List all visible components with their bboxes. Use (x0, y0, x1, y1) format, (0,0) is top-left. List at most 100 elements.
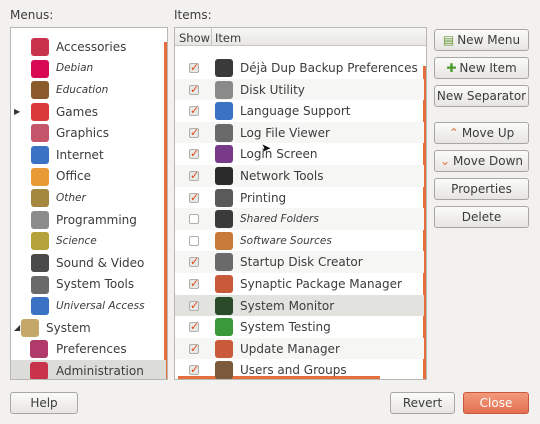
item-row[interactable]: Déjà Dup Backup Preferences (175, 57, 424, 79)
move-up-button[interactable]: ⌃ Move Up (434, 122, 529, 144)
item-row[interactable]: Language Support (175, 100, 424, 122)
item-row[interactable]: Login Screen (175, 143, 424, 165)
expander-arrow-icon[interactable]: ▶ (14, 107, 20, 116)
preferences-icon (30, 340, 48, 359)
show-checkbox[interactable] (189, 169, 199, 182)
item-label: Users and Groups (240, 363, 347, 378)
show-checkbox[interactable] (189, 363, 199, 376)
item-row[interactable]: Synaptic Package Manager (175, 273, 424, 295)
administration-icon (30, 362, 48, 379)
close-button[interactable]: Close (463, 392, 529, 414)
show-checkbox[interactable] (189, 104, 199, 117)
item-row[interactable]: System Monitor (175, 294, 424, 317)
menu-item[interactable]: Debian (11, 58, 166, 80)
show-checkbox[interactable] (189, 255, 199, 268)
menu-item[interactable]: Programming (11, 209, 166, 231)
help-button[interactable]: Help (10, 392, 78, 414)
item-row[interactable]: Log File Viewer (175, 121, 424, 144)
properties-button[interactable]: Properties (434, 178, 529, 200)
menu-item[interactable]: Preferences (11, 338, 166, 360)
move-down-button[interactable]: ⌄ Move Down (434, 150, 529, 172)
item-row[interactable]: Disk Utility (175, 78, 424, 101)
items-header: Show Item (175, 28, 426, 46)
menu-item[interactable]: Internet (11, 144, 166, 166)
items-list[interactable]: Show Item ➤ Déjà Dup Backup PreferencesD… (174, 27, 427, 380)
menu-item[interactable]: Education (11, 79, 166, 101)
new-menu-label: New Menu (457, 33, 521, 47)
show-checkbox[interactable] (189, 61, 199, 74)
new-separator-label: New Separator (436, 89, 527, 103)
menu-item-label: Programming (56, 212, 137, 227)
revert-button[interactable]: Revert (390, 392, 455, 414)
item-label: Printing (240, 190, 287, 205)
item-row[interactable]: Update Manager (175, 337, 424, 360)
move-down-label: Move Down (453, 154, 524, 168)
science-icon (31, 232, 49, 251)
show-checkbox[interactable] (189, 235, 199, 246)
menu-item[interactable]: ◢ System (11, 317, 166, 339)
menu-item[interactable]: Science (11, 230, 166, 252)
menu-item-label: Education (56, 83, 109, 96)
menu-item-label: Universal Access (56, 299, 145, 312)
item-row[interactable]: Network Tools (175, 165, 424, 187)
log-viewer-icon (215, 123, 233, 142)
menu-item[interactable]: Office (11, 166, 166, 188)
menu-item-label: Internet (56, 147, 104, 162)
expanded-arrow-icon[interactable]: ◢ (14, 323, 20, 332)
menu-item-label: Preferences (56, 342, 127, 357)
show-checkbox[interactable] (189, 191, 199, 204)
new-separator-button[interactable]: New Separator (434, 85, 529, 107)
update-manager-icon (215, 339, 233, 358)
menu-item[interactable]: Sound & Video (11, 252, 166, 274)
menu-item[interactable]: ▶ Games (11, 101, 166, 123)
new-item-label: New Item (459, 61, 517, 75)
show-checkbox[interactable] (189, 277, 199, 290)
item-label: Update Manager (240, 341, 340, 356)
menu-item-label: Office (56, 169, 92, 184)
menu-item-label: Games (56, 104, 98, 119)
show-column-header[interactable]: Show (179, 31, 210, 45)
menu-item-label: Sound & Video (56, 255, 145, 270)
show-checkbox[interactable] (189, 126, 199, 139)
item-row[interactable]: Software Sources (175, 230, 424, 252)
item-row[interactable]: Printing (175, 187, 424, 209)
accessories-icon (31, 38, 49, 56)
menu-item[interactable]: Graphics (11, 122, 166, 144)
new-menu-button[interactable]: ▤ New Menu (434, 29, 529, 51)
item-row[interactable]: System Testing (175, 316, 424, 338)
menu-item[interactable]: Accessories (11, 36, 166, 58)
show-checkbox[interactable] (189, 299, 199, 312)
menu-item-label: System Tools (56, 277, 135, 292)
menu-item-label: Debian (56, 62, 94, 75)
graphics-icon (31, 124, 49, 143)
item-row[interactable]: Users and Groups (175, 359, 424, 379)
revert-label: Revert (402, 396, 443, 410)
menu-item[interactable]: System Tools (11, 274, 166, 296)
item-label: Disk Utility (240, 82, 305, 97)
menu-item-label: Science (56, 235, 97, 248)
show-checkbox[interactable] (189, 147, 199, 160)
properties-label: Properties (451, 182, 512, 196)
item-column-header[interactable]: Item (215, 31, 241, 45)
universal-access-icon (31, 297, 49, 316)
show-checkbox[interactable] (189, 83, 199, 96)
menu-item-label: Graphics (56, 126, 109, 141)
item-label: System Monitor (240, 298, 335, 313)
item-label: Login Screen (240, 147, 318, 162)
games-icon (31, 102, 49, 121)
item-row[interactable]: Startup Disk Creator (175, 251, 424, 273)
menu-item[interactable]: Universal Access (11, 295, 166, 317)
move-up-label: Move Up (461, 126, 515, 140)
menu-item[interactable]: Administration (11, 360, 166, 379)
software-sources-icon (215, 231, 233, 250)
users-groups-icon (215, 361, 233, 379)
arrow-down-icon: ⌄ (439, 154, 451, 168)
menus-tree[interactable]: Accessories Debian Education ▶ Games Graphics… (10, 27, 168, 380)
new-item-button[interactable]: ✚ New Item (434, 57, 529, 79)
menu-item[interactable]: Other (11, 187, 166, 209)
show-checkbox[interactable] (189, 320, 199, 333)
show-checkbox[interactable] (189, 214, 199, 225)
show-checkbox[interactable] (189, 342, 199, 355)
item-row[interactable]: Shared Folders (175, 208, 424, 230)
delete-button[interactable]: Delete (434, 206, 529, 228)
